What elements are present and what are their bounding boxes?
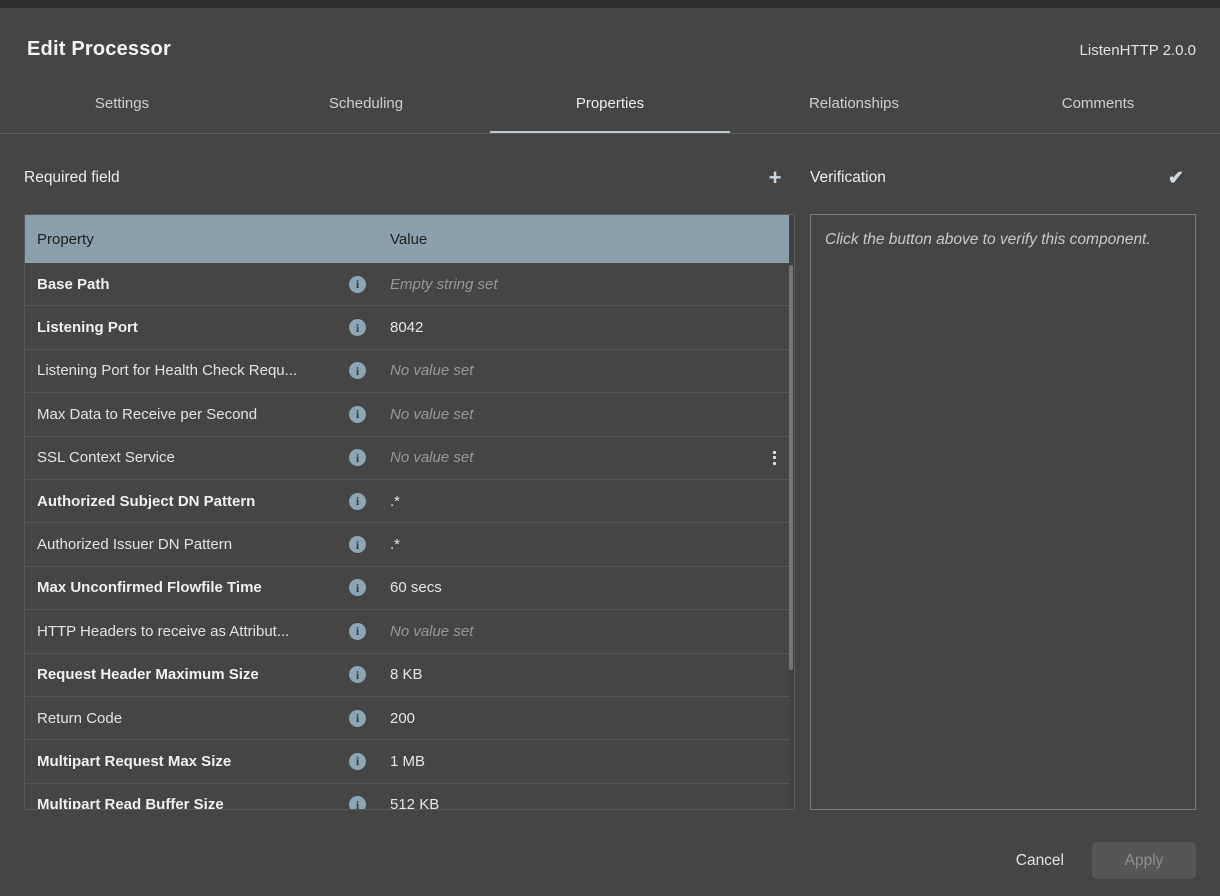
property-row[interactable]: HTTP Headers to receive as Attribut... i… (25, 610, 794, 653)
property-row[interactable]: Max Data to Receive per Second i No valu… (25, 393, 794, 436)
property-name: Base Path (37, 276, 349, 293)
property-value: 1 MB (375, 753, 754, 770)
info-icon[interactable]: i (349, 710, 366, 727)
property-row[interactable]: SSL Context Service i No value set (25, 437, 794, 480)
property-name: Listening Port for Health Check Requ... (37, 362, 349, 379)
tab-relationships[interactable]: Relationships (732, 85, 976, 133)
tab-label: Scheduling (329, 95, 403, 112)
verify-button[interactable]: ✔ (1162, 164, 1190, 192)
table-scrollbar-track (789, 215, 794, 809)
property-row[interactable]: Multipart Request Max Size i 1 MB (25, 740, 794, 783)
property-name: Max Data to Receive per Second (37, 406, 349, 423)
add-property-button[interactable]: + (761, 164, 789, 192)
property-value: No value set (375, 406, 754, 423)
property-row[interactable]: Authorized Issuer DN Pattern i .* (25, 523, 794, 566)
property-name: Return Code (37, 710, 349, 727)
dialog-title: Edit Processor (27, 38, 171, 61)
tab-properties[interactable]: Properties (488, 85, 732, 133)
property-name: SSL Context Service (37, 449, 349, 466)
property-name: Multipart Read Buffer Size (37, 796, 349, 810)
tab-label: Properties (576, 95, 644, 112)
property-value: 8042 (375, 319, 754, 336)
info-icon[interactable]: i (349, 623, 366, 640)
tab-label: Relationships (809, 95, 899, 112)
property-name: Listening Port (37, 319, 349, 336)
property-row[interactable]: Base Path i Empty string set (25, 263, 794, 306)
verification-pane: Verification ✔ Click the button above to… (810, 162, 1196, 810)
property-value: 60 secs (375, 579, 754, 596)
edit-processor-dialog: Edit Processor ListenHTTP 2.0.0 Settings… (0, 8, 1220, 896)
more-options-icon[interactable] (762, 446, 786, 470)
verification-message: Click the button above to verify this co… (825, 231, 1151, 248)
info-icon[interactable]: i (349, 362, 366, 379)
property-name: Authorized Subject DN Pattern (37, 493, 349, 510)
info-icon[interactable]: i (349, 449, 366, 466)
property-row[interactable]: Authorized Subject DN Pattern i .* (25, 480, 794, 523)
property-name: Authorized Issuer DN Pattern (37, 536, 349, 553)
component-version: ListenHTTP 2.0.0 (1080, 42, 1196, 59)
info-icon[interactable]: i (349, 276, 366, 293)
tab-comments[interactable]: Comments (976, 85, 1220, 133)
tab-label: Settings (95, 95, 149, 112)
property-value: No value set (375, 362, 754, 379)
property-row[interactable]: Request Header Maximum Size i 8 KB (25, 654, 794, 697)
property-name: Multipart Request Max Size (37, 753, 349, 770)
info-icon[interactable]: i (349, 666, 366, 683)
property-row[interactable]: Listening Port for Health Check Requ... … (25, 350, 794, 393)
property-row[interactable]: Multipart Read Buffer Size i 512 KB (25, 784, 794, 810)
cancel-button[interactable]: Cancel (1014, 844, 1066, 878)
property-value: 8 KB (375, 666, 754, 683)
property-row[interactable]: Return Code i 200 (25, 697, 794, 740)
dialog-header: Edit Processor ListenHTTP 2.0.0 (0, 8, 1220, 61)
properties-table-header: Property Value (25, 215, 794, 263)
tabs: Settings Scheduling Properties Relations… (0, 85, 1220, 134)
tab-settings[interactable]: Settings (0, 85, 244, 133)
apply-button[interactable]: Apply (1092, 842, 1196, 879)
property-name: Request Header Maximum Size (37, 666, 349, 683)
property-value: No value set (375, 623, 754, 640)
property-row[interactable]: Listening Port i 8042 (25, 306, 794, 349)
property-name: HTTP Headers to receive as Attribut... (37, 623, 349, 640)
required-field-label: Required field (24, 169, 120, 187)
plus-icon: + (769, 167, 782, 189)
column-header-property: Property (37, 231, 390, 248)
properties-table-body: Base Path i Empty string set Listening P… (25, 263, 794, 810)
tab-scheduling[interactable]: Scheduling (244, 85, 488, 133)
property-value: Empty string set (375, 276, 754, 293)
column-header-value: Value (390, 231, 794, 248)
info-icon[interactable]: i (349, 493, 366, 510)
property-value: .* (375, 493, 754, 510)
dialog-content: Required field + Property Value Base Pat… (0, 162, 1220, 810)
property-name: Max Unconfirmed Flowfile Time (37, 579, 349, 596)
property-value: .* (375, 536, 754, 553)
info-icon[interactable]: i (349, 406, 366, 423)
dialog-footer: Cancel Apply (990, 842, 1220, 896)
property-value: 512 KB (375, 796, 754, 810)
property-value: No value set (375, 449, 754, 466)
info-icon[interactable]: i (349, 579, 366, 596)
verification-label: Verification (810, 169, 886, 187)
info-icon[interactable]: i (349, 796, 366, 810)
properties-table: Property Value Base Path i Empty string … (24, 214, 795, 810)
check-icon: ✔ (1168, 169, 1184, 188)
verification-panel: Click the button above to verify this co… (810, 214, 1196, 810)
table-scrollbar-thumb[interactable] (789, 265, 793, 670)
property-row[interactable]: Max Unconfirmed Flowfile Time i 60 secs (25, 567, 794, 610)
info-icon[interactable]: i (349, 319, 366, 336)
tab-label: Comments (1062, 95, 1135, 112)
info-icon[interactable]: i (349, 536, 366, 553)
properties-pane: Required field + Property Value Base Pat… (24, 162, 795, 810)
info-icon[interactable]: i (349, 753, 366, 770)
property-value: 200 (375, 710, 754, 727)
properties-pane-header: Required field + (24, 162, 795, 194)
verification-pane-header: Verification ✔ (810, 162, 1196, 194)
